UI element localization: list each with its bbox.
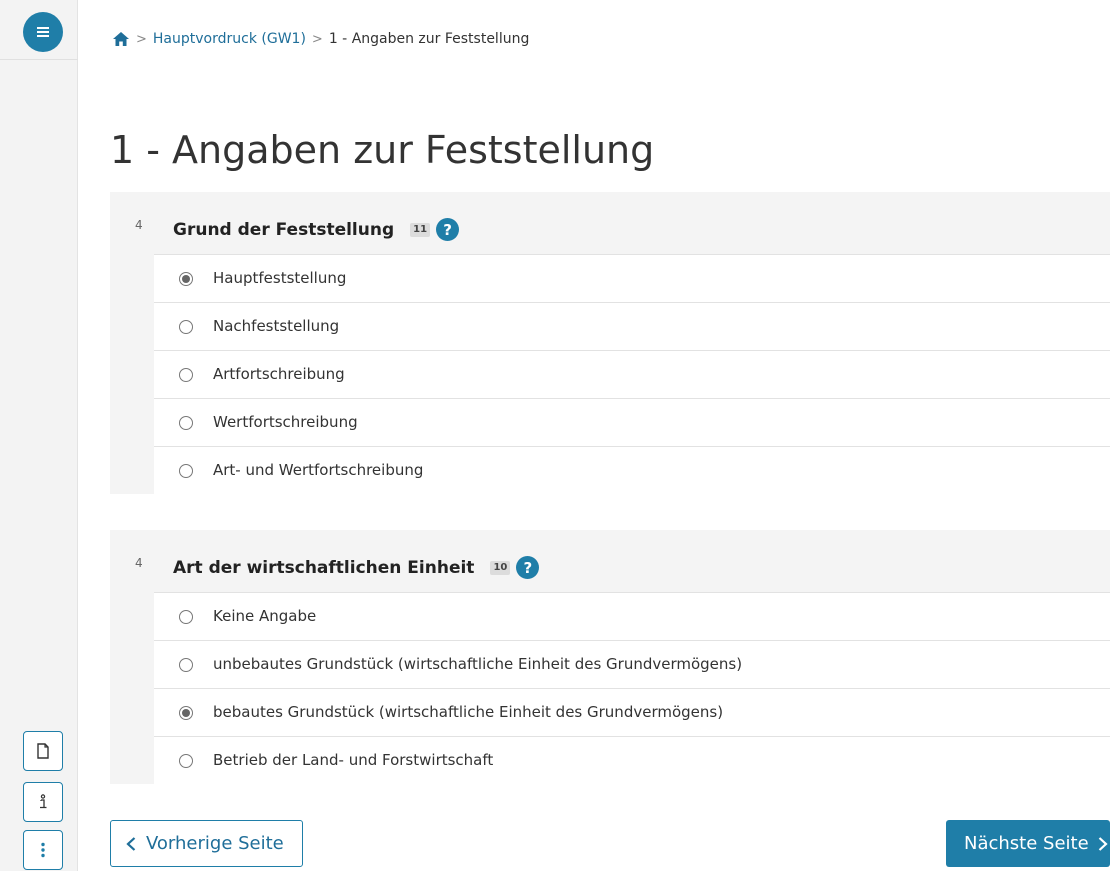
breadcrumb-separator: > [311, 31, 323, 47]
radio-button[interactable] [179, 610, 193, 624]
section-title-text: Grund der Feststellung [173, 219, 395, 240]
section-header: 4 Art der wirtschaftlichen Einheit 10 ? [110, 530, 1110, 592]
previous-page-label: Vorherige Seite [146, 833, 284, 854]
home-icon [113, 32, 129, 46]
home-link[interactable] [112, 31, 130, 47]
field-number-badge: 10 [490, 560, 511, 575]
radio-option[interactable]: Art- und Wertfortschreibung [154, 446, 1110, 494]
more-icon [41, 842, 45, 858]
radio-button-checked[interactable] [179, 706, 193, 720]
rail-header [0, 0, 78, 60]
page-title: 1 - Angaben zur Feststellung [110, 128, 655, 172]
breadcrumb-separator: > [136, 31, 147, 47]
radio-option[interactable]: Keine Angabe [154, 592, 1110, 640]
info-button[interactable] [23, 782, 63, 822]
radio-option[interactable]: Wertfortschreibung [154, 398, 1110, 446]
radio-label[interactable]: Wertfortschreibung [213, 413, 358, 431]
radio-button[interactable] [179, 368, 193, 382]
previous-page-button[interactable]: Vorherige Seite [110, 820, 303, 867]
section-title: Grund der Feststellung 11 ? [173, 218, 460, 241]
radio-option[interactable]: bebautes Grundstück (wirtschaftliche Ein… [154, 688, 1110, 736]
radio-button[interactable] [179, 320, 193, 334]
radio-option[interactable]: Betrieb der Land- und Forstwirtschaft [154, 736, 1110, 784]
radio-button[interactable] [179, 416, 193, 430]
chevron-left-icon [126, 836, 136, 851]
section-header: 4 Grund der Feststellung 11 ? [110, 192, 1110, 254]
info-icon [40, 794, 47, 809]
next-page-button[interactable]: Nächste Seite [946, 820, 1110, 867]
radio-label[interactable]: Keine Angabe [213, 607, 316, 625]
field-number-badge: 11 [410, 222, 431, 237]
side-rail [0, 0, 78, 871]
radio-label[interactable]: unbebautes Grundstück (wirtschaftliche E… [213, 655, 742, 673]
radio-label[interactable]: Betrieb der Land- und Forstwirtschaft [213, 751, 493, 769]
radio-button-checked[interactable] [179, 272, 193, 286]
more-button[interactable] [23, 830, 63, 870]
section-title: Art der wirtschaftlichen Einheit 10 ? [173, 556, 540, 579]
chevron-right-icon [1098, 836, 1108, 851]
breadcrumb-link-hauptvordruck[interactable]: Hauptvordruck (GW1) [153, 31, 306, 47]
line-number: 4 [135, 218, 143, 232]
line-number: 4 [135, 556, 143, 570]
radio-label[interactable]: Artfortschreibung [213, 365, 345, 383]
radio-option[interactable]: unbebautes Grundstück (wirtschaftliche E… [154, 640, 1110, 688]
radio-button[interactable] [179, 464, 193, 478]
help-icon[interactable]: ? [436, 218, 460, 241]
radio-button[interactable] [179, 754, 193, 768]
radio-group-art: Keine Angabe unbebautes Grundstück (wirt… [154, 592, 1110, 784]
radio-label[interactable]: Hauptfeststellung [213, 269, 346, 287]
radio-label[interactable]: bebautes Grundstück (wirtschaftliche Ein… [213, 703, 723, 721]
section-art-der-wirtschaftlichen-einheit: 4 Art der wirtschaftlichen Einheit 10 ? … [110, 530, 1110, 784]
radio-label[interactable]: Nachfeststellung [213, 317, 339, 335]
section-title-text: Art der wirtschaftlichen Einheit [173, 557, 475, 578]
help-icon[interactable]: ? [516, 556, 540, 579]
next-page-label: Nächste Seite [964, 833, 1089, 854]
section-grund-der-feststellung: 4 Grund der Feststellung 11 ? Hauptfests… [110, 192, 1110, 494]
radio-option[interactable]: Hauptfeststellung [154, 254, 1110, 302]
document-icon [37, 743, 49, 759]
radio-label[interactable]: Art- und Wertfortschreibung [213, 461, 423, 479]
radio-button[interactable] [179, 658, 193, 672]
radio-option[interactable]: Artfortschreibung [154, 350, 1110, 398]
document-button[interactable] [23, 731, 63, 771]
radio-option[interactable]: Nachfeststellung [154, 302, 1110, 350]
menu-button[interactable] [23, 12, 63, 52]
menu-icon [37, 27, 49, 37]
radio-group-grund: Hauptfeststellung Nachfeststellung Artfo… [154, 254, 1110, 494]
breadcrumb: > Hauptvordruck (GW1) > 1 - Angaben zur … [112, 28, 529, 50]
breadcrumb-current: 1 - Angaben zur Feststellung [328, 31, 530, 47]
